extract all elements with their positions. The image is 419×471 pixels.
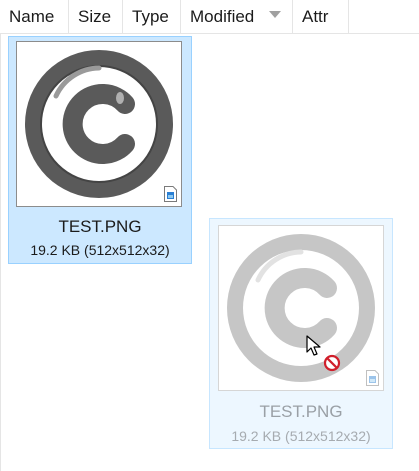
column-header-size[interactable]: Size <box>69 0 123 33</box>
file-thumbnail <box>218 225 384 391</box>
column-header-attr[interactable]: Attr <box>293 0 349 33</box>
column-header-type[interactable]: Type <box>123 0 181 33</box>
file-tile-drag-ghost: TEST.PNG 19.2 KB (512x512x32) <box>209 218 393 449</box>
file-name: TEST.PNG <box>259 402 343 421</box>
pane-divider <box>0 34 1 471</box>
copyright-icon <box>227 234 375 382</box>
image-file-badge-icon <box>366 370 379 386</box>
image-file-badge-icon <box>164 186 177 202</box>
sort-descending-icon[interactable] <box>269 11 281 18</box>
no-drop-icon <box>323 354 341 372</box>
arrow-cursor-icon <box>306 335 321 356</box>
file-tile-selected[interactable]: TEST.PNG 19.2 KB (512x512x32) <box>8 36 192 264</box>
column-header: Name Size Type Modified Attr <box>0 0 419 34</box>
file-meta: 19.2 KB (512x512x32) <box>231 428 371 444</box>
copyright-icon <box>25 50 173 198</box>
file-meta: 19.2 KB (512x512x32) <box>30 242 170 258</box>
file-name: TEST.PNG <box>58 217 142 236</box>
file-thumbnail <box>16 41 182 207</box>
column-header-name[interactable]: Name <box>0 0 69 33</box>
